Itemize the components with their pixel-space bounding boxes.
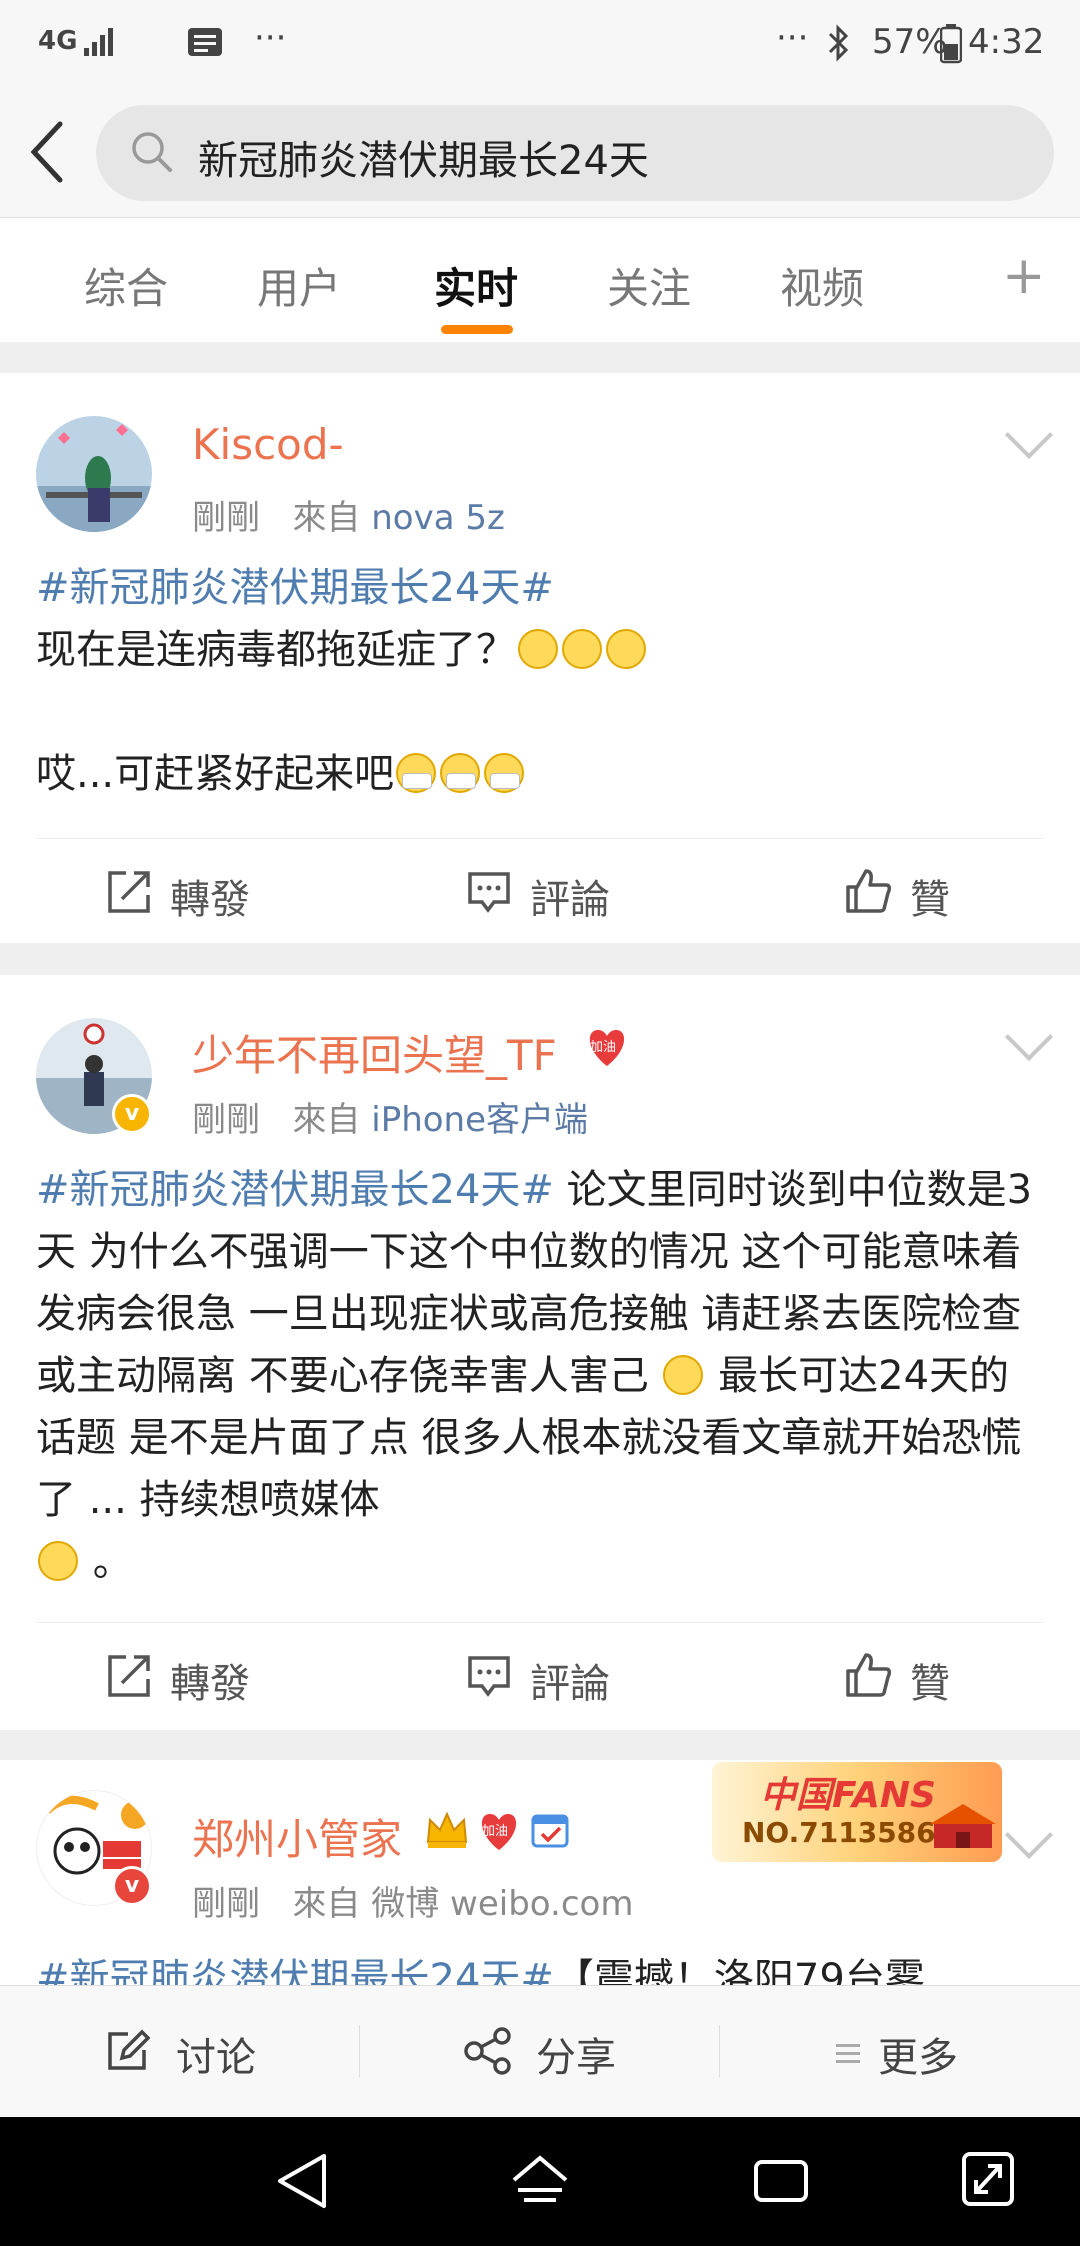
like-icon[interactable]: [844, 1651, 892, 1699]
tab-realtime[interactable]: 实时: [434, 255, 518, 316]
post-time: 剛剛: [192, 1884, 260, 1924]
search-query[interactable]: 新冠肺炎潜伏期最长24天: [198, 128, 649, 186]
network-type: 4G: [38, 26, 78, 56]
post-text: 。: [80, 1539, 133, 1585]
add-tab-button[interactable]: +: [1002, 246, 1046, 306]
like-button[interactable]: 贊: [910, 867, 950, 925]
status-bar: 4G ··· ··· 57% 4:32: [0, 0, 1080, 92]
share-button[interactable]: 分享: [536, 2025, 616, 2083]
bluetooth-icon: [828, 24, 849, 62]
comment-button[interactable]: 評論: [530, 1651, 610, 1709]
tiananmen-icon: [930, 1804, 996, 1848]
message-icon: [188, 28, 222, 56]
share-icon[interactable]: [462, 2026, 514, 2076]
home-icon[interactable]: [508, 2150, 572, 2212]
fans-badge-number: NO.7113586: [742, 1816, 936, 1849]
expand-icon[interactable]: [960, 2148, 1016, 2210]
comment-icon[interactable]: [466, 1654, 512, 1700]
battery-percent: 57%: [872, 22, 948, 62]
username[interactable]: Kiscod-: [192, 420, 344, 469]
hashtag-link[interactable]: #新冠肺炎潜伏期最长24天#: [36, 565, 554, 611]
post-text: 【震撼！洛阳79台雾: [553, 1956, 925, 1985]
divider: [719, 2025, 720, 2077]
verified-badge-icon: v: [112, 1866, 152, 1906]
divider: [359, 2025, 360, 2077]
tab-video[interactable]: 视频: [780, 255, 864, 316]
checkin-calendar-icon: [531, 1814, 569, 1848]
discuss-button[interactable]: 讨论: [176, 2025, 256, 2083]
tab-following[interactable]: 关注: [607, 255, 691, 316]
smile-emoji-icon: [606, 629, 646, 669]
mask-emoji-icon: [396, 753, 437, 793]
post-body: #新冠肺炎潜伏期最长24天# 论文里同时谈到中位数是3天 为什么不强调一下这个中…: [36, 1159, 1046, 1593]
back-arrow-icon[interactable]: [24, 120, 68, 184]
clock: 4:32: [968, 22, 1045, 62]
mask-emoji-icon: [440, 753, 481, 793]
post-meta: 剛剛 來自 iPhone客户端: [192, 1092, 588, 1141]
post-time: 剛剛: [192, 498, 260, 538]
post-from: 來自: [292, 1100, 361, 1140]
like-icon[interactable]: [844, 867, 892, 915]
repost-button[interactable]: 轉發: [170, 1651, 250, 1709]
post-source[interactable]: nova 5z: [371, 498, 505, 538]
post-body: #新冠肺炎潜伏期最长24天# 现在是连病毒都拖延症了？ 哎...可赶紧好起来吧: [36, 557, 1046, 805]
post-text-line: 现在是连病毒都拖延症了？: [36, 627, 516, 673]
back-triangle-icon[interactable]: [272, 2150, 332, 2212]
smile-emoji-icon: [562, 629, 602, 669]
fans-badge-title: 中国FANS: [760, 1775, 936, 1816]
shrug-emoji-icon: [38, 1541, 78, 1581]
cheer-heart-badge-icon: 加油: [584, 1026, 630, 1068]
verified-badge-icon: v: [112, 1094, 152, 1134]
username[interactable]: 郑州小管家: [192, 1806, 402, 1867]
comment-icon[interactable]: [466, 870, 512, 916]
avatar[interactable]: [36, 416, 152, 532]
mask-emoji-icon: [484, 753, 525, 793]
crown-badge-icon: [426, 1811, 468, 1848]
comment-button[interactable]: 評論: [530, 867, 610, 925]
divider: [36, 838, 1044, 839]
hashtag-link[interactable]: #新冠肺炎潜伏期最长24天#: [36, 1956, 554, 1985]
post-meta: 剛剛 來自 nova 5z: [192, 490, 505, 539]
fans-badge-banner[interactable]: 中国FANS NO.7113586: [712, 1762, 1002, 1862]
more-button[interactable]: 更多: [878, 2025, 958, 2083]
repost-icon[interactable]: [106, 869, 152, 915]
smile-emoji-icon: [518, 629, 558, 669]
battery-icon: [940, 24, 962, 64]
repost-icon[interactable]: [106, 1653, 152, 1699]
post-source[interactable]: 微博 weibo.com: [371, 1884, 633, 1924]
username[interactable]: 少年不再回头望_TF: [192, 1022, 557, 1083]
more-status: ···: [776, 18, 809, 58]
menu-lines-icon[interactable]: [834, 2040, 862, 2066]
post-from: 來自: [292, 1884, 361, 1924]
post-body: #新冠肺炎潜伏期最长24天#【震撼！洛阳79台雾: [36, 1948, 1046, 1985]
hashtag-link[interactable]: #新冠肺炎潜伏期最长24天#: [36, 1167, 554, 1213]
post-meta: 剛剛 來自 微博 weibo.com: [192, 1876, 633, 1925]
signal-icon: [84, 28, 113, 56]
active-tab-indicator: [441, 325, 513, 334]
recent-apps-icon[interactable]: [750, 2152, 812, 2210]
like-button[interactable]: 贊: [910, 1651, 950, 1709]
edit-icon[interactable]: [104, 2028, 150, 2074]
post-from: 來自: [292, 498, 361, 538]
tab-comprehensive[interactable]: 综合: [84, 255, 168, 316]
tab-users[interactable]: 用户: [257, 255, 341, 316]
repost-button[interactable]: 轉發: [170, 867, 250, 925]
shrug-emoji-icon: [663, 1355, 704, 1395]
cheer-heart-badge-icon: 加油: [476, 1810, 522, 1852]
post-text-line: 哎...可赶紧好起来吧: [36, 751, 395, 797]
search-icon: [132, 132, 172, 172]
post-source[interactable]: iPhone客户端: [371, 1100, 588, 1140]
more-notifications: ···: [254, 18, 287, 58]
divider: [36, 1622, 1044, 1623]
post-time: 剛剛: [192, 1100, 260, 1140]
